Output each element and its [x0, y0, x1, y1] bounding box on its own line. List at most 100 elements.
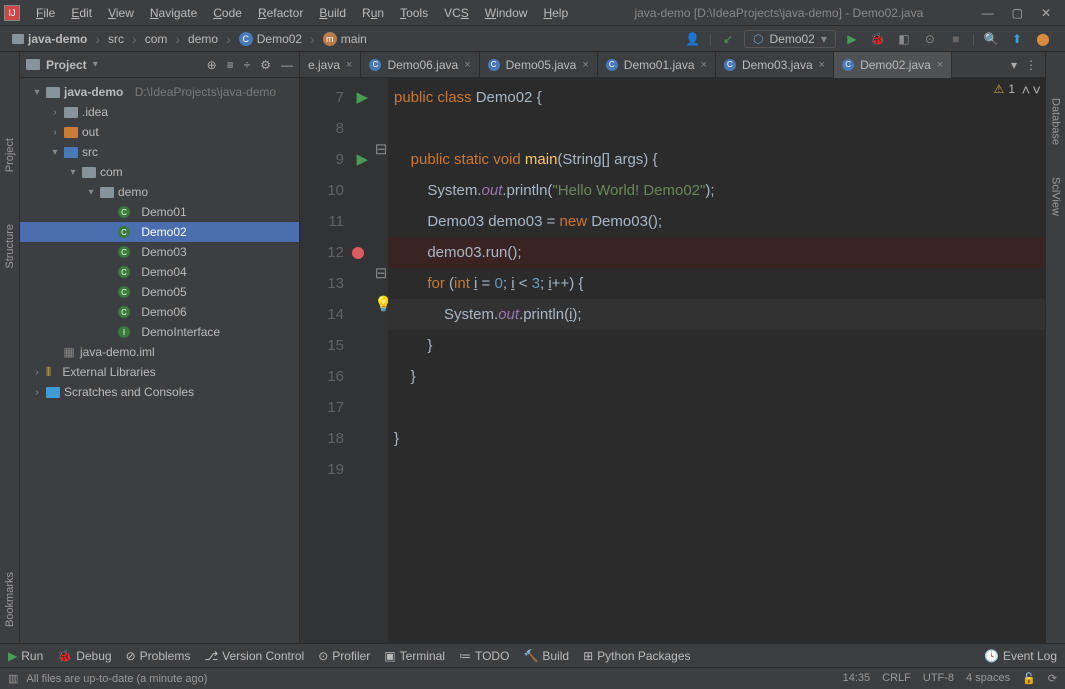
tree-idea[interactable]: ›.idea — [20, 102, 299, 122]
encoding[interactable]: UTF-8 — [923, 672, 954, 685]
intention-bulb-icon[interactable]: 💡 — [374, 295, 388, 326]
indent[interactable]: 4 spaces — [966, 672, 1010, 685]
tab-ejava[interactable]: e.java× — [300, 52, 361, 78]
event-log-tool[interactable]: 🕓Event Log — [984, 649, 1057, 663]
tree-class-demo06[interactable]: C Demo06 — [20, 302, 299, 322]
title-bar: IJ File Edit View Navigate Code Refactor… — [0, 0, 1065, 26]
hide-panel-icon[interactable]: — — [281, 58, 293, 72]
gutter[interactable]: 7▶ 8 9▶ 10 11 12 13 14 15 16 17 18 19 — [300, 78, 374, 643]
menu-help[interactable]: Help — [535, 4, 576, 22]
search-button[interactable]: 🔍 — [981, 29, 1001, 49]
editor-tabs: e.java× CDemo06.java× CDemo05.java× CDem… — [300, 52, 1045, 78]
menu-run[interactable]: Run — [354, 4, 392, 22]
tab-demo01[interactable]: CDemo01.java× — [598, 52, 716, 78]
breakpoint-icon[interactable] — [352, 247, 364, 259]
tree-class-demo04[interactable]: C Demo04 — [20, 262, 299, 282]
settings-icon[interactable]: ⚙ — [260, 58, 271, 72]
debug-button[interactable]: 🐞 — [868, 29, 888, 49]
coverage-button[interactable]: ◧ — [894, 29, 914, 49]
next-highlight-icon[interactable]: ˅ — [1032, 82, 1041, 99]
project-title[interactable]: Project — [46, 58, 87, 72]
profile-button[interactable]: ⊙ — [920, 29, 940, 49]
tree-ext-libs[interactable]: ›⫴ External Libraries — [20, 362, 299, 382]
tool-windows-icon[interactable]: ▥ — [8, 672, 18, 685]
minimize-button[interactable]: — — [982, 6, 994, 20]
close-button[interactable]: ✕ — [1041, 6, 1051, 20]
code-content[interactable]: public class Demo02 { public static void… — [388, 78, 1045, 643]
version-control-tool[interactable]: ⎇Version Control — [204, 649, 304, 663]
tab-demo03[interactable]: CDemo03.java× — [716, 52, 834, 78]
settings-button[interactable]: ⬤ — [1033, 29, 1053, 49]
tab-database[interactable]: Database — [1048, 92, 1064, 151]
lock-icon[interactable]: 🔓 — [1022, 672, 1036, 685]
run-config-selector[interactable]: ⬡Demo02▾ — [744, 30, 836, 48]
crumb-class[interactable]: CDemo02 — [233, 30, 308, 48]
project-view-selector[interactable]: ▾ — [93, 59, 98, 70]
maximize-button[interactable]: ▢ — [1012, 6, 1023, 20]
menu-refactor[interactable]: Refactor — [250, 4, 311, 22]
tab-demo02[interactable]: CDemo02.java× — [834, 52, 952, 78]
tab-more-icon[interactable]: ⋮ — [1025, 58, 1037, 72]
problems-tool[interactable]: ⊘Problems — [126, 649, 191, 663]
tree-out[interactable]: ›out — [20, 122, 299, 142]
menu-window[interactable]: Window — [477, 4, 536, 22]
menu-vcs[interactable]: VCS — [436, 4, 477, 22]
menu-build[interactable]: Build — [311, 4, 354, 22]
menu-navigate[interactable]: Navigate — [142, 4, 205, 22]
expand-all-icon[interactable]: ≡ — [227, 58, 234, 72]
todo-tool[interactable]: ≔TODO — [459, 649, 509, 663]
menu-tools[interactable]: Tools — [392, 4, 436, 22]
tree-class-demo02[interactable]: C Demo02 — [20, 222, 299, 242]
add-user-icon[interactable]: 👤 — [683, 29, 703, 49]
collapse-all-icon[interactable]: ÷ — [244, 58, 251, 72]
update-button[interactable]: ⬆ — [1007, 29, 1027, 49]
select-opened-icon[interactable]: ⊕ — [207, 58, 217, 72]
crumb-project[interactable]: java-demo — [6, 30, 93, 48]
menu-code[interactable]: Code — [205, 4, 250, 22]
terminal-tool[interactable]: ▣Terminal — [384, 649, 445, 663]
tab-structure[interactable]: Structure — [2, 218, 18, 275]
tree-class-demo01[interactable]: C Demo01 — [20, 202, 299, 222]
tab-sciview[interactable]: SciView — [1048, 171, 1064, 222]
menu-file[interactable]: File — [28, 4, 63, 22]
tab-dropdown-icon[interactable]: ▾ — [1011, 58, 1017, 72]
python-tool[interactable]: ⊞Python Packages — [583, 649, 690, 663]
tab-demo05[interactable]: CDemo05.java× — [480, 52, 598, 78]
tab-demo06[interactable]: CDemo06.java× — [361, 52, 479, 78]
tree-class-demo05[interactable]: C Demo05 — [20, 282, 299, 302]
run-button[interactable]: ▶ — [842, 29, 862, 49]
navigation-bar: java-demo › src › com › demo › CDemo02 ›… — [0, 26, 1065, 52]
prev-highlight-icon[interactable]: ˄ — [1021, 82, 1030, 99]
inspection-badge[interactable]: ⚠1 — [994, 82, 1015, 96]
tree-interface[interactable]: I DemoInterface — [20, 322, 299, 342]
sync-icon[interactable]: ↙ — [718, 29, 738, 49]
project-panel: Project ▾ ⊕ ≡ ÷ ⚙ — ▾java-demo D:\IdeaPr… — [20, 52, 300, 643]
menu-edit[interactable]: Edit — [63, 4, 100, 22]
crumb-src[interactable]: src — [102, 30, 130, 48]
tree-src[interactable]: ▾src — [20, 142, 299, 162]
tab-bookmarks[interactable]: Bookmarks — [2, 566, 18, 633]
tab-project[interactable]: Project — [2, 132, 18, 178]
menu-view[interactable]: View — [100, 4, 142, 22]
tree-iml[interactable]: ▦java-demo.iml — [20, 342, 299, 362]
run-tool[interactable]: ▶Run — [8, 649, 43, 663]
profiler-tool[interactable]: ⊙Profiler — [318, 649, 370, 663]
stop-button[interactable]: ■ — [946, 29, 966, 49]
tree-root[interactable]: ▾java-demo D:\IdeaProjects\java-demo — [20, 82, 299, 102]
tree-class-demo03[interactable]: C Demo03 — [20, 242, 299, 262]
sync-status-icon[interactable]: ⟳ — [1048, 672, 1057, 685]
debug-tool[interactable]: 🐞Debug — [57, 649, 111, 663]
fold-column[interactable]: ⊟ ⊟ 💡 — [374, 78, 388, 643]
caret-position[interactable]: 14:35 — [843, 672, 871, 685]
code-editor[interactable]: 7▶ 8 9▶ 10 11 12 13 14 15 16 17 18 19 ⊟ — [300, 78, 1045, 643]
tree-demo[interactable]: ▾demo — [20, 182, 299, 202]
project-header: Project ▾ ⊕ ≡ ÷ ⚙ — — [20, 52, 299, 78]
crumb-com[interactable]: com — [139, 30, 174, 48]
crumb-demo[interactable]: demo — [182, 30, 224, 48]
tree-com[interactable]: ▾com — [20, 162, 299, 182]
crumb-method[interactable]: mmain — [317, 30, 373, 48]
editor-area: e.java× CDemo06.java× CDemo05.java× CDem… — [300, 52, 1045, 643]
build-tool[interactable]: 🔨Build — [523, 649, 569, 663]
line-separator[interactable]: CRLF — [882, 672, 911, 685]
tree-scratches[interactable]: ›Scratches and Consoles — [20, 382, 299, 402]
